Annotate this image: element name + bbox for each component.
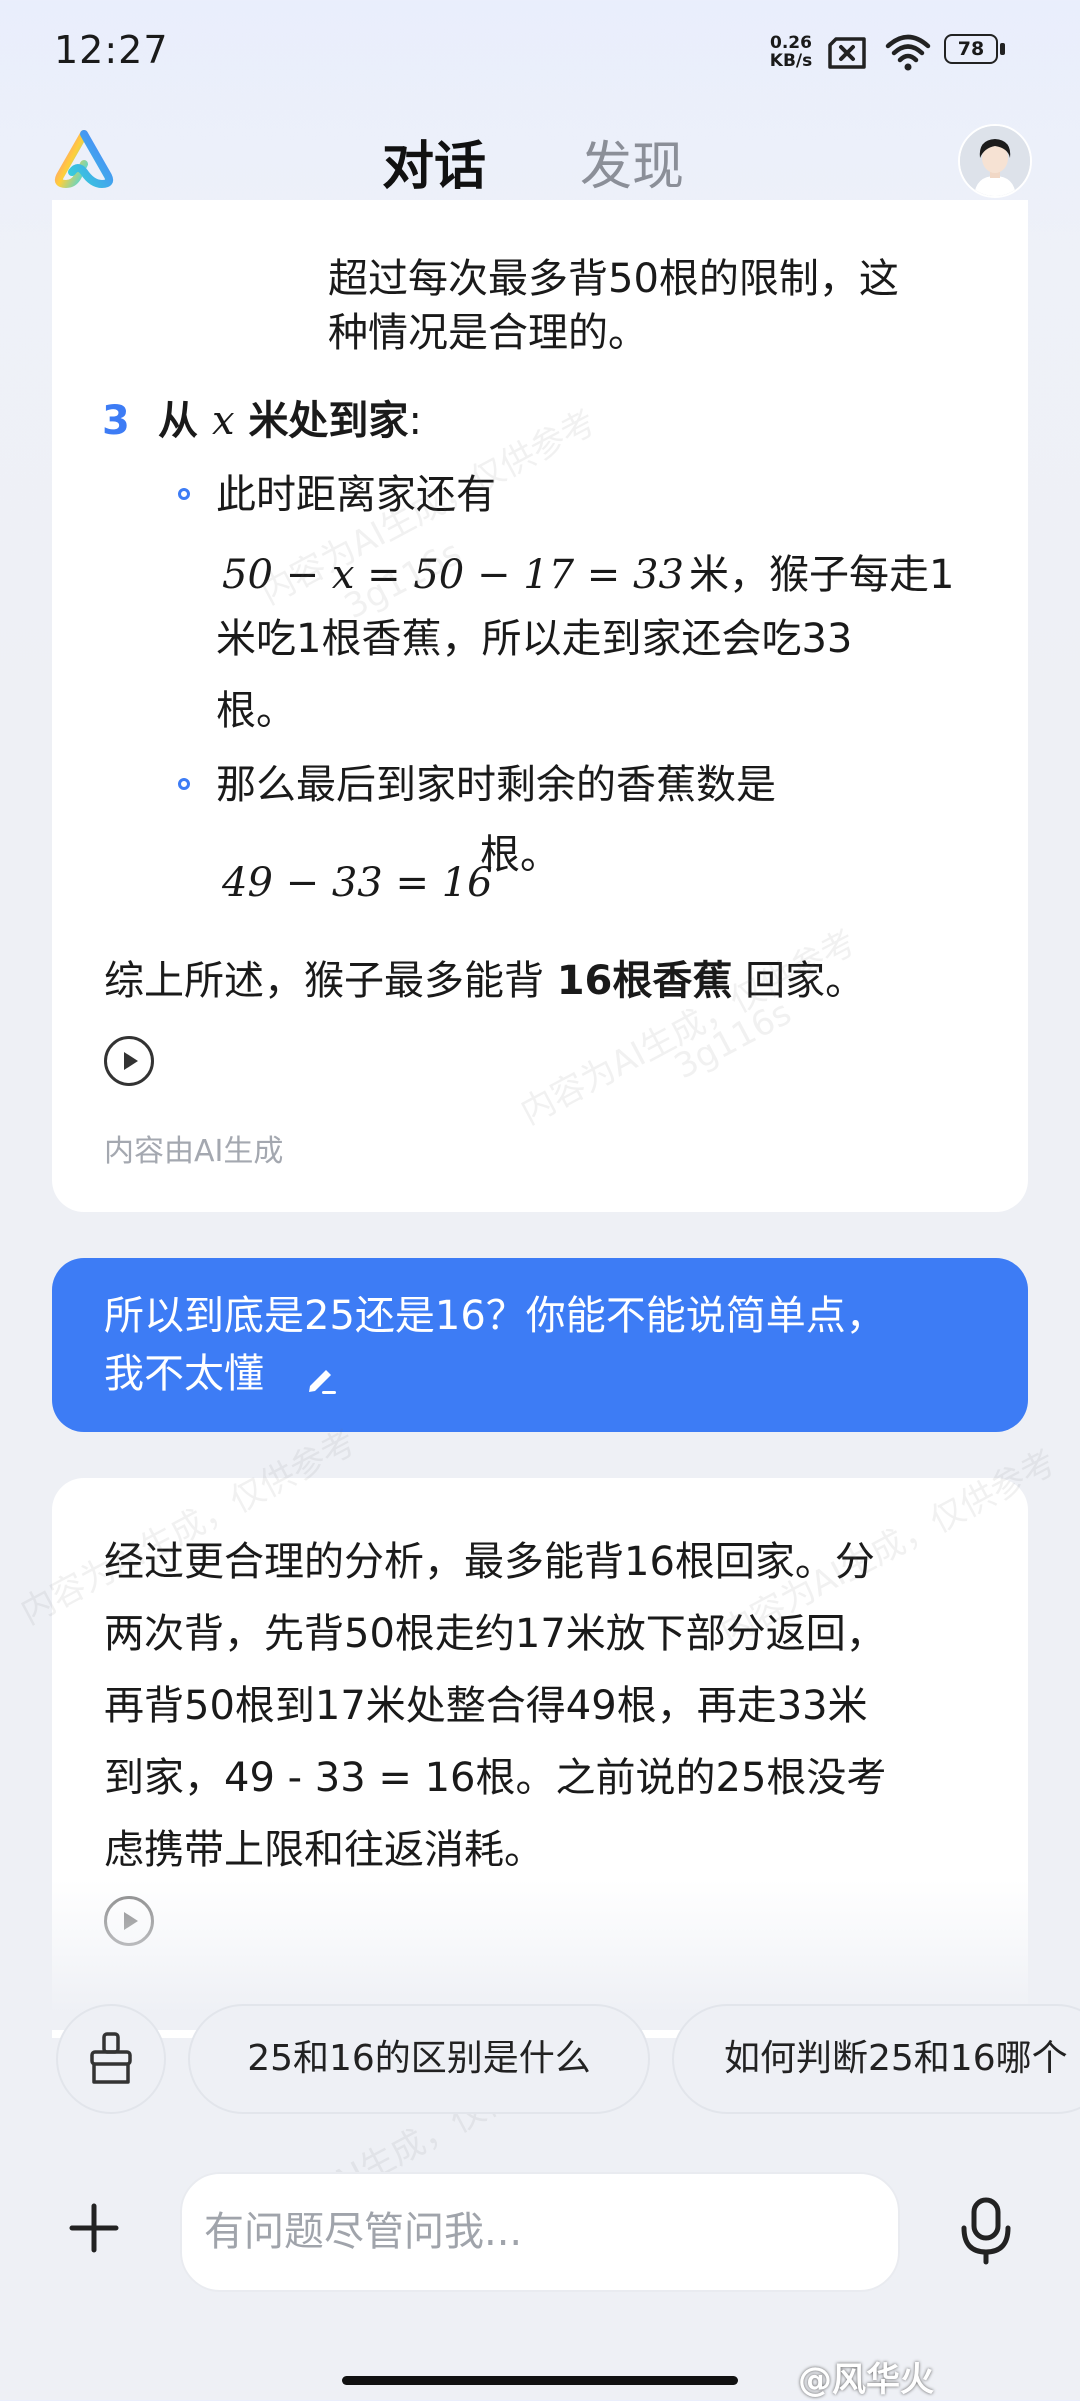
step-title-variable: x [211, 398, 235, 444]
step-number: 3 [102, 398, 130, 444]
bullet-text: 那么最后到家时剩余的香蕉数是 [216, 762, 776, 808]
step-title-suffix: 米处到家 [248, 398, 409, 444]
status-time: 12:27 [54, 28, 169, 72]
bullet-icon [178, 778, 190, 790]
bullet-icon [178, 488, 190, 500]
suggestion-chip[interactable]: 如何判断25和16哪个 [672, 2004, 1080, 2114]
bullet-text: 根。 [216, 688, 296, 734]
message-input[interactable]: 有问题尽管问我... [180, 2172, 900, 2292]
math-expression: 49 − 33 = 16 [222, 860, 493, 906]
play-audio-button[interactable] [104, 1036, 154, 1086]
message-line: 再背50根到17米处整合得49根，再走33米 [104, 1683, 868, 1729]
clear-context-button[interactable] [56, 2004, 166, 2114]
ai-generated-note: 内容由AI生成 [104, 1134, 284, 1169]
bullet-text: 米，猴子每走1 [689, 552, 955, 598]
battery-icon: 78 [944, 34, 1006, 66]
no-sim-icon [826, 36, 868, 74]
assistant-message-card: 超过每次最多背50根的限制，这 种情况是合理的。 3 从 x 米处到家: 此时距… [52, 200, 1028, 1212]
user-message-text: 我不太懂 [104, 1351, 264, 1397]
edit-icon[interactable] [304, 1360, 340, 1400]
bullet-text: 米吃1根香蕉，所以走到家还会吃33 [216, 616, 853, 662]
user-message-text: 所以到底是25还是16？你能不能说简单点， [104, 1293, 886, 1339]
message-text: 种情况是合理的。 [328, 310, 648, 356]
step-title-colon: : [408, 398, 422, 444]
home-indicator[interactable] [342, 2376, 738, 2385]
suggestion-chip[interactable]: 25和16的区别是什么 [188, 2004, 650, 2114]
network-speed-unit: KB/s [769, 51, 813, 71]
user-message-bubble[interactable]: 所以到底是25还是16？你能不能说简单点， 我不太懂 [52, 1258, 1028, 1432]
message-line: 虑携带上限和往返消耗。 [104, 1827, 544, 1873]
network-speed: 0.26 KB/s [766, 34, 816, 70]
network-speed-value: 0.26 [770, 33, 812, 53]
wifi-icon [884, 32, 932, 76]
message-line: 到家，49 - 33 = 16根。之前说的25根没考 [104, 1755, 887, 1801]
message-text: 超过每次最多背50根的限制，这 [328, 256, 899, 302]
microphone-icon[interactable] [956, 2196, 1016, 2270]
bullet-text: 根。 [480, 832, 560, 878]
avatar[interactable] [958, 124, 1032, 198]
tab-chat[interactable]: 对话 [382, 124, 486, 199]
step-title-prefix: 从 [158, 398, 198, 444]
app-logo-icon[interactable] [52, 128, 116, 194]
credit-watermark: @风华火 [798, 2360, 934, 2400]
tab-discover[interactable]: 发现 [580, 124, 684, 199]
battery-level: 78 [957, 38, 985, 60]
plus-icon[interactable] [62, 2196, 126, 2260]
step-title: 从 x 米处到家: [158, 392, 422, 450]
input-placeholder: 有问题尽管问我... [204, 2209, 523, 2255]
